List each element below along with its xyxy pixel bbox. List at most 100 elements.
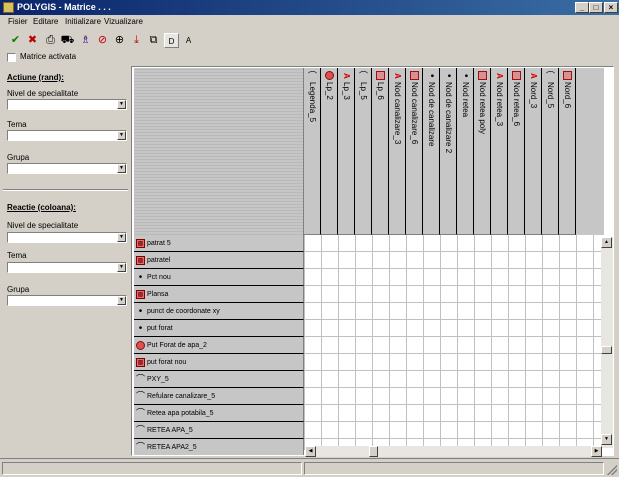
d-button[interactable]: D — [164, 33, 179, 48]
row-label: put forat nou — [147, 359, 187, 366]
line-symbol-icon: ⌒ — [136, 425, 146, 435]
scroll-right-button[interactable]: ▶ — [591, 446, 602, 457]
scroll-left-button[interactable]: ◀ — [305, 446, 316, 457]
action-group-select[interactable]: ▼ — [7, 163, 127, 174]
reaction-group-select[interactable]: ▼ — [7, 295, 127, 306]
maximize-button[interactable]: □ — [589, 2, 603, 13]
column-header[interactable]: Nod canalizare_6 — [406, 68, 423, 235]
row-label: PXY_5 — [147, 376, 169, 383]
column-header[interactable]: • Nod de canalizare — [423, 68, 440, 235]
line-symbol-icon: ⌒ — [136, 374, 146, 384]
column-header[interactable]: A Lp_3 — [338, 68, 355, 235]
column-header[interactable]: • Nod retea — [457, 68, 474, 235]
column-header[interactable]: A Nord_3 — [525, 68, 542, 235]
circle-symbol-icon — [324, 71, 334, 80]
row-header[interactable]: ▩ put forat nou — [134, 354, 304, 371]
horizontal-scroll-thumb[interactable] — [369, 446, 378, 457]
column-header[interactable]: • Nod de canalizare 2 — [440, 68, 457, 235]
action-section-title: Actiune (rand): — [7, 73, 64, 82]
row-header[interactable]: ⌒ PXY_5 — [134, 371, 304, 388]
row-header[interactable]: • punct de coordonate xy — [134, 303, 304, 320]
column-label: Nod retea — [461, 82, 470, 118]
close-button[interactable]: × — [604, 2, 618, 13]
menu-initializare[interactable]: Initializare — [65, 16, 101, 27]
chevron-down-icon[interactable]: ▼ — [117, 131, 126, 140]
vertical-scrollbar[interactable]: ▲ ▼ — [601, 237, 613, 448]
hatched-square-icon: ▩ — [136, 239, 145, 248]
interaction-matrix: ⌒ Legenda_5 Lp_2 A Lp_3 ⌒ Lp_5 Lp_6 A Nod canaliz… — [131, 66, 614, 456]
wizard-icon[interactable]: ♗ — [78, 33, 93, 48]
chevron-down-icon[interactable]: ▼ — [117, 100, 126, 109]
print-icon[interactable]: ⎙ — [43, 33, 58, 48]
text-symbol-icon: A — [342, 72, 351, 79]
hatched-square-icon: ▩ — [136, 358, 145, 367]
horizontal-scrollbar[interactable]: ◀ ▶ — [305, 446, 602, 457]
minimize-button[interactable]: _ — [575, 2, 589, 13]
action-theme-select[interactable]: ▼ — [7, 130, 127, 141]
action-level-select[interactable]: ▼ — [7, 99, 127, 110]
scroll-down-button[interactable]: ▼ — [601, 434, 612, 445]
column-header[interactable]: Nod retea_6 — [508, 68, 525, 235]
row-header[interactable]: ⌒ RETEA APA2_5 — [134, 439, 304, 455]
row-header[interactable]: • put forat — [134, 320, 304, 337]
reaction-theme-select[interactable]: ▼ — [7, 262, 127, 273]
row-header[interactable]: ⌒ RETEA APA_5 — [134, 422, 304, 439]
chevron-down-icon[interactable]: ▼ — [117, 296, 126, 305]
truck-icon[interactable]: ⛟ — [60, 33, 75, 48]
row-header[interactable]: • Pct nou — [134, 269, 304, 286]
line-symbol-icon: ⌒ — [307, 71, 317, 80]
scroll-up-button[interactable]: ▲ — [601, 237, 612, 248]
column-headers: ⌒ Legenda_5 Lp_2 A Lp_3 ⌒ Lp_5 Lp_6 A Nod canaliz… — [304, 68, 604, 235]
check-icon[interactable]: ✔ — [8, 33, 23, 48]
reaction-section-title: Reactie (coloana): — [7, 203, 76, 212]
target-icon[interactable]: ⊕ — [112, 33, 127, 48]
column-header[interactable]: ⌒ Lp_5 — [355, 68, 372, 235]
point-icon: • — [426, 73, 437, 78]
row-header[interactable]: ⌒ Refulare canalizare_5 — [134, 388, 304, 405]
row-header[interactable]: Put Forat de apa_2 — [134, 337, 304, 354]
column-header[interactable]: ⌒ Legenda_5 — [304, 68, 321, 235]
download-icon[interactable]: ⤓ — [129, 33, 144, 48]
row-label: Plansa — [147, 291, 169, 298]
chevron-down-icon[interactable]: ▼ — [117, 233, 126, 242]
network-icon[interactable]: ⧉ — [146, 33, 161, 48]
column-label: Legenda_5 — [308, 82, 317, 123]
point-icon: • — [443, 73, 454, 78]
row-label: put forat — [147, 325, 173, 332]
matrix-grid[interactable] — [304, 235, 604, 450]
reaction-theme-label: Tema — [7, 251, 27, 260]
row-header[interactable]: ▩ Plansa — [134, 286, 304, 303]
matrix-active-checkbox[interactable] — [7, 53, 16, 62]
text-symbol-icon: A — [393, 72, 402, 79]
row-header[interactable]: ▩ patrat 5 — [134, 235, 304, 252]
toolbar: D A ✔ ✖ ⎙ ⛟ ♗ ⊘ ⊕ ⤓ ⧉ — [0, 31, 619, 51]
status-panel — [2, 462, 302, 475]
resize-grip[interactable] — [607, 465, 617, 475]
row-header[interactable]: ▩ patratel — [134, 252, 304, 269]
column-label: Nod retea_6 — [512, 82, 521, 127]
column-header[interactable]: Lp_6 — [372, 68, 389, 235]
column-header[interactable]: Lp_2 — [321, 68, 338, 235]
chevron-down-icon[interactable]: ▼ — [117, 263, 126, 272]
stop-icon[interactable]: ⊘ — [95, 33, 110, 48]
a-button[interactable]: A — [181, 33, 196, 48]
cancel-icon[interactable]: ✖ — [25, 33, 40, 48]
column-label: Nord_5 — [546, 82, 555, 109]
column-label: Lp_3 — [342, 82, 351, 100]
column-header[interactable]: ⌒ Nord_5 — [542, 68, 559, 235]
menu-vizualizare[interactable]: Vizualizare — [104, 16, 143, 27]
row-label: Retea apa potabila_5 — [147, 410, 214, 417]
column-header[interactable]: A Nod canalizare_3 — [389, 68, 406, 235]
row-header[interactable]: ⌒ Retea apa potabila_5 — [134, 405, 304, 422]
row-label: Put Forat de apa_2 — [147, 342, 207, 349]
column-label: Lp_6 — [376, 82, 385, 100]
chevron-down-icon[interactable]: ▼ — [117, 164, 126, 173]
column-header[interactable]: A Nod retea_3 — [491, 68, 508, 235]
reaction-level-select[interactable]: ▼ — [7, 232, 127, 243]
menu-editare[interactable]: Editare — [33, 16, 58, 27]
column-header[interactable]: Nod retea poly — [474, 68, 491, 235]
column-header[interactable]: Nord_6 — [559, 68, 576, 235]
reaction-level-label: Nivel de specialitate — [7, 221, 79, 230]
vertical-scroll-thumb[interactable] — [601, 346, 612, 354]
menu-fisier[interactable]: Fisier — [8, 16, 28, 27]
